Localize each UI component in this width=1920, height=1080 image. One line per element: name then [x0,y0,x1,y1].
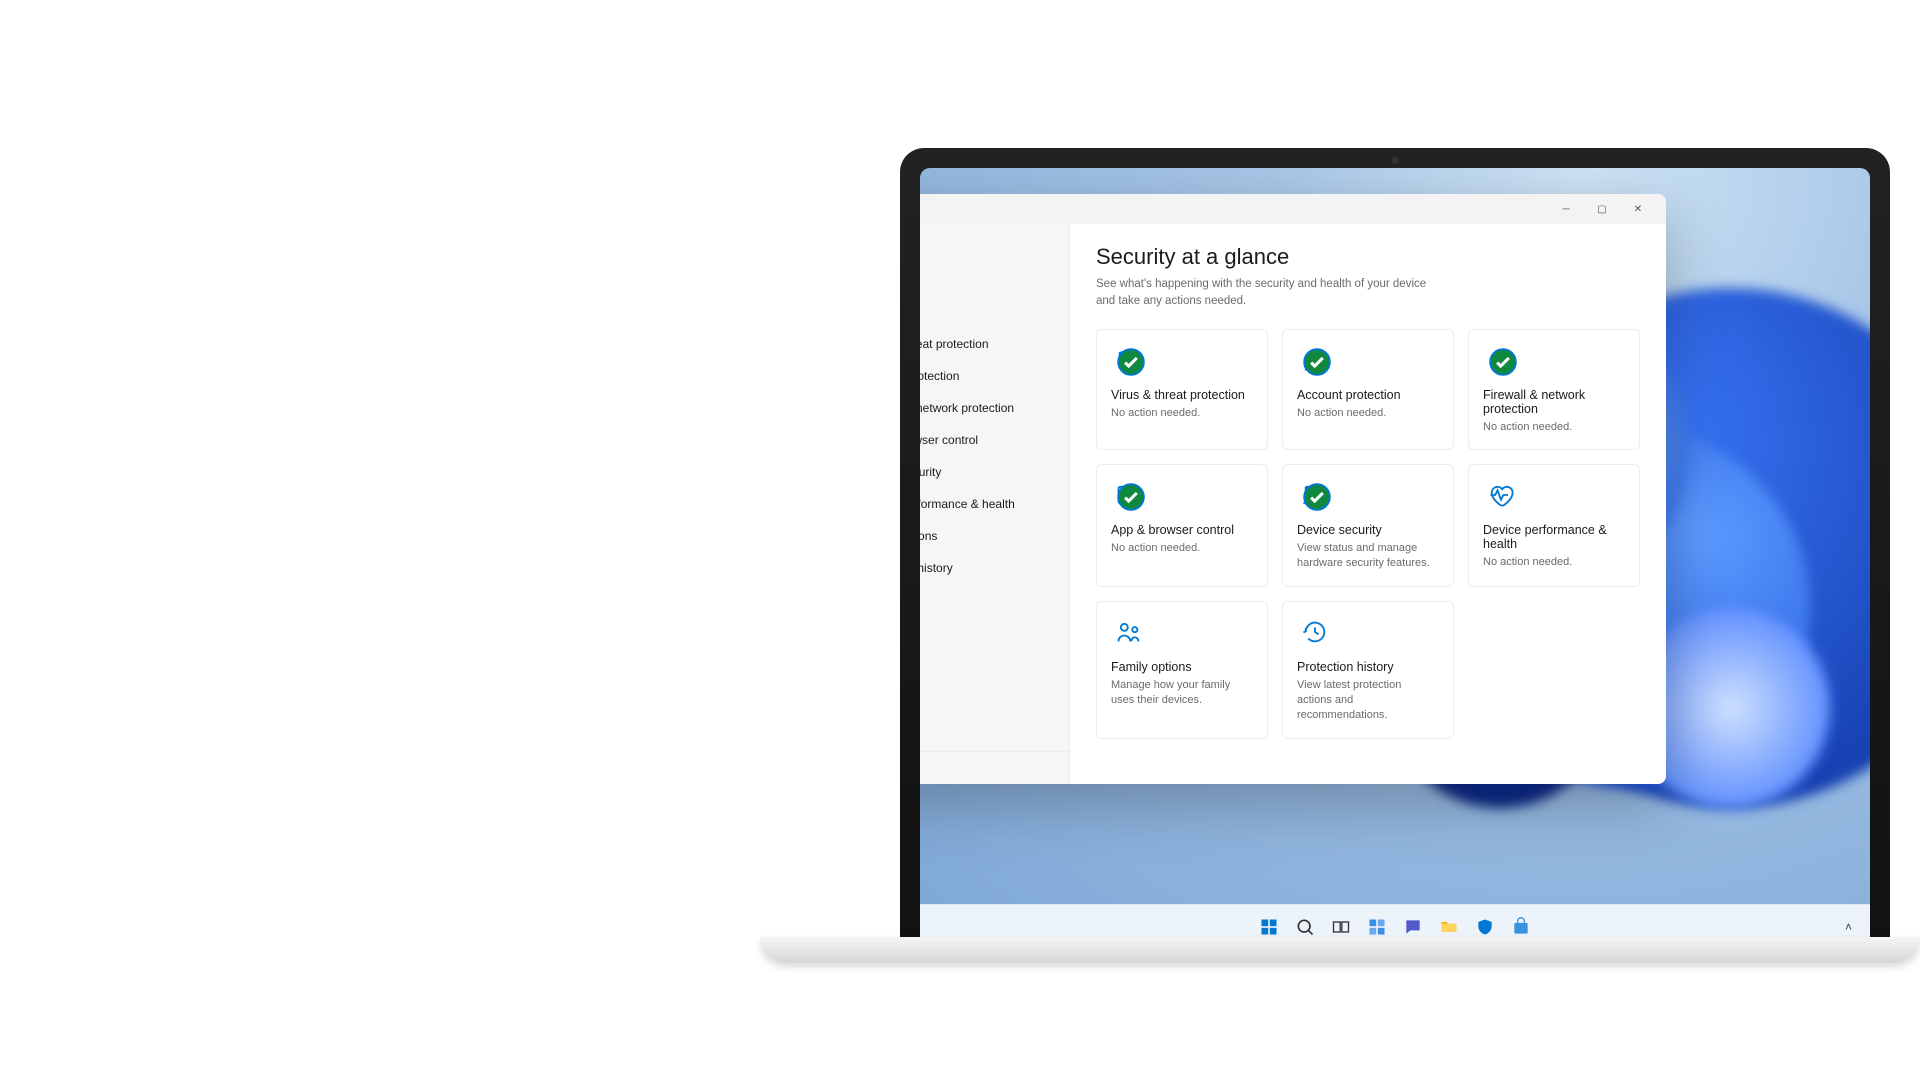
card-account-protection[interactable]: Account protection No action needed. [1282,329,1454,450]
shield-icon [1111,346,1147,374]
file-explorer-button[interactable] [1436,914,1462,940]
card-app-browser[interactable]: App & browser control No action needed. [1096,464,1268,587]
sidebar-item-label: Device performance & health [920,497,1015,511]
card-subtitle: No action needed. [1483,555,1625,570]
search-button[interactable] [1292,914,1318,940]
broadcast-icon [1483,346,1519,374]
status-ok-icon [1485,348,1521,376]
sidebar-item-virus[interactable]: Virus & threat protection [920,328,1069,360]
tray-overflow-button[interactable]: ˄ [1839,916,1858,938]
laptop-frame: Windows Security ─ ▢ ✕ [900,148,1890,948]
chat-button[interactable] [1400,914,1426,940]
sidebar-item-label: Protection history [920,561,953,575]
minimize-button[interactable]: ─ [1548,194,1584,224]
camera-dot [1392,157,1399,164]
card-subtitle: No action needed. [1483,420,1625,435]
card-subtitle: No action needed. [1111,541,1253,556]
widgets-button[interactable] [1364,914,1390,940]
card-device-health[interactable]: Device performance & health No action ne… [1468,464,1640,587]
titlebar: Windows Security ─ ▢ ✕ [920,194,1666,224]
sidebar-item-history[interactable]: Protection history [920,552,1069,584]
main-panel: Security at a glance See what's happenin… [1070,224,1666,784]
desktop-screen: Windows Security ─ ▢ ✕ [920,168,1870,948]
maximize-button[interactable]: ▢ [1584,194,1620,224]
store-button[interactable] [1508,914,1534,940]
sidebar-item-label: Device security [920,465,941,479]
sidebar-item-device-health[interactable]: Device performance & health [920,488,1069,520]
sidebar-item-label: Family options [920,529,937,543]
status-ok-icon [1113,483,1149,511]
status-ok-icon [1299,483,1335,511]
status-ok-icon [1299,348,1335,376]
sidebar-item-firewall[interactable]: Firewall & network protection [920,392,1069,424]
card-subtitle: No action needed. [1297,406,1439,421]
laptop-base [760,937,1920,963]
start-button[interactable] [1256,914,1282,940]
card-family-options[interactable]: Family options Manage how your family us… [1096,601,1268,739]
card-title: Account protection [1297,388,1439,402]
window-icon [1111,481,1147,509]
heart-pulse-icon [1483,481,1519,509]
close-button[interactable]: ✕ [1620,194,1656,224]
history-icon [1297,618,1333,646]
card-title: App & browser control [1111,523,1253,537]
sidebar-item-account[interactable]: Account protection [920,360,1069,392]
sidebar: Home Virus & threat protection Account p… [920,224,1070,784]
windows-security-window: Windows Security ─ ▢ ✕ [920,194,1666,784]
card-title: Device security [1297,523,1439,537]
laptop-icon [1297,481,1333,509]
card-title: Virus & threat protection [1111,388,1253,402]
sidebar-item-label: Account protection [920,369,959,383]
card-title: Firewall & network protection [1483,388,1625,416]
person-icon [1297,346,1333,374]
page-title: Security at a glance [1096,244,1640,270]
sidebar-item-label: Firewall & network protection [920,401,1014,415]
nav-list: Home Virus & threat protection Account p… [920,296,1069,751]
card-title: Family options [1111,660,1253,674]
sidebar-item-app-browser[interactable]: App & browser control [920,424,1069,456]
sidebar-item-device-security[interactable]: Device security [920,456,1069,488]
card-device-security[interactable]: Device security View status and manage h… [1282,464,1454,587]
card-subtitle: No action needed. [1111,406,1253,421]
card-virus-threat[interactable]: Virus & threat protection No action need… [1096,329,1268,450]
sidebar-item-label: App & browser control [920,433,978,447]
family-icon [1111,618,1147,646]
sidebar-item-settings[interactable]: Settings [920,752,1069,784]
sidebar-item-family[interactable]: Family options [920,520,1069,552]
card-firewall[interactable]: Firewall & network protection No action … [1468,329,1640,450]
card-subtitle: View latest protection actions and recom… [1297,678,1439,724]
card-grid: Virus & threat protection No action need… [1096,329,1640,739]
card-protection-history[interactable]: Protection history View latest protectio… [1282,601,1454,739]
card-subtitle: View status and manage hardware security… [1297,541,1439,572]
sidebar-item-label: Virus & threat protection [920,337,989,351]
task-view-button[interactable] [1328,914,1354,940]
card-subtitle: Manage how your family uses their device… [1111,678,1253,709]
security-button[interactable] [1472,914,1498,940]
page-subtitle: See what's happening with the security a… [1096,276,1436,311]
status-ok-icon [1113,348,1149,376]
card-title: Device performance & health [1483,523,1625,551]
sidebar-item-home[interactable]: Home [920,296,1069,328]
card-title: Protection history [1297,660,1439,674]
